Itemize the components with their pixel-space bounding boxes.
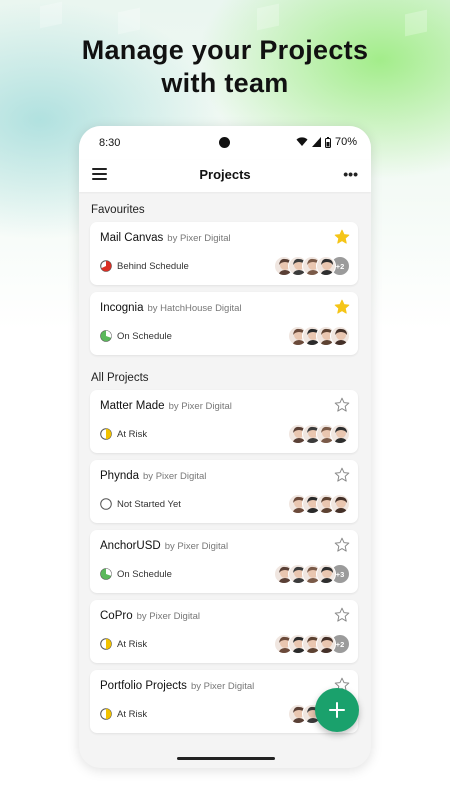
project-card[interactable]: CoPro by Pixer Digital At Risk +2 (90, 600, 358, 663)
app-bar: Projects ••• (79, 160, 371, 192)
member-avatar (330, 326, 350, 346)
project-status: At Risk (100, 428, 147, 440)
section-title-all-projects: All Projects (91, 372, 149, 384)
battery-level: 70% (334, 136, 357, 148)
project-owner: by HatchHouse Digital (147, 303, 242, 314)
star-outline-icon[interactable] (334, 607, 350, 623)
status-label: Behind Schedule (117, 260, 189, 272)
member-avatars[interactable] (288, 326, 350, 346)
status-at-risk-icon (100, 708, 112, 720)
more-dots-icon[interactable]: ••• (343, 166, 358, 182)
headline-line-2: with team (161, 68, 289, 98)
project-name: AnchorUSD (100, 540, 161, 552)
project-status: On Schedule (100, 330, 172, 342)
marketing-headline: Manage your Projects with team (0, 34, 450, 100)
project-name: CoPro (100, 610, 133, 622)
star-outline-icon[interactable] (334, 397, 350, 413)
member-avatar (330, 424, 350, 444)
project-name: Incognia (100, 302, 144, 314)
background-tile (118, 7, 140, 35)
project-name: Mail Canvas (100, 232, 164, 244)
project-card[interactable]: Matter Made by Pixer Digital At Risk (90, 390, 358, 453)
status-at-risk-icon (100, 428, 112, 440)
member-avatar (316, 564, 336, 584)
project-card[interactable]: Incognia by HatchHouse Digital On Schedul… (90, 292, 358, 355)
status-indicators: 70% (296, 136, 357, 148)
project-title: Matter Made by Pixer Digital (100, 400, 232, 412)
status-on-schedule-icon (100, 568, 112, 580)
status-not-started-icon (100, 498, 112, 510)
project-card[interactable]: AnchorUSD by Pixer Digital On Schedule +3 (90, 530, 358, 593)
project-name: Portfolio Projects (100, 680, 187, 692)
project-card[interactable]: Mail Canvas by Pixer Digital Behind Sched… (90, 222, 358, 285)
member-avatars[interactable]: +3 (274, 564, 350, 584)
status-label: On Schedule (117, 330, 172, 342)
project-title: CoPro by Pixer Digital (100, 610, 200, 622)
project-name: Phynda (100, 470, 140, 482)
status-label: At Risk (117, 708, 148, 720)
project-owner: by Pixer Digital (167, 233, 231, 244)
background-tile (40, 1, 62, 29)
project-owner: by Pixer Digital (190, 681, 255, 692)
project-owner: by Pixer Digital (164, 541, 229, 552)
status-on-schedule-icon (100, 330, 112, 342)
project-title: AnchorUSD by Pixer Digital (100, 540, 228, 552)
project-title: Mail Canvas by Pixer Digital (100, 232, 231, 244)
member-avatars[interactable] (288, 424, 350, 444)
project-status: At Risk (100, 638, 147, 650)
project-status: Not Started Yet (100, 498, 181, 510)
signal-icon (311, 137, 321, 147)
project-name: Matter Made (100, 400, 165, 412)
project-owner: by Pixer Digital (136, 611, 200, 622)
star-outline-icon[interactable] (334, 537, 350, 553)
star-filled-icon[interactable] (334, 299, 350, 315)
page-title: Projects (199, 167, 251, 182)
member-avatar (330, 494, 350, 514)
project-title: Portfolio Projects by Pixer Digital (100, 680, 254, 692)
headline-line-1: Manage your Projects (81, 35, 369, 65)
background-tile (405, 9, 427, 37)
star-filled-icon[interactable] (334, 229, 350, 245)
battery-icon (324, 136, 331, 148)
member-avatar (316, 256, 336, 276)
status-label: On Schedule (117, 568, 172, 580)
star-outline-icon[interactable] (334, 467, 350, 483)
status-behind-icon (100, 260, 112, 272)
project-status: At Risk (100, 708, 147, 720)
camera-icon (219, 137, 230, 148)
wifi-icon (296, 137, 308, 146)
member-avatar (316, 634, 336, 654)
section-title-favourites: Favourites (91, 204, 145, 216)
project-title: Phynda by Pixer Digital (100, 470, 206, 482)
status-label: Not Started Yet (117, 498, 181, 510)
project-owner: by Pixer Digital (168, 401, 232, 412)
status-bar: 8:30 70% (79, 126, 371, 160)
project-card[interactable]: Phynda by Pixer Digital Not Started Yet (90, 460, 358, 523)
project-owner: by Pixer Digital (143, 471, 207, 482)
add-project-button[interactable] (315, 688, 359, 732)
member-avatars[interactable] (288, 494, 350, 514)
status-time: 8:30 (99, 137, 121, 149)
status-label: At Risk (117, 638, 148, 650)
project-status: On Schedule (100, 568, 172, 580)
status-at-risk-icon (100, 638, 112, 650)
member-avatars[interactable]: +2 (274, 256, 350, 276)
background-tile (257, 3, 279, 31)
project-title: Incognia by HatchHouse Digital (100, 302, 241, 314)
phone-screen: 8:30 70% Projects ••• Favourites All Pro… (79, 126, 371, 768)
home-indicator (177, 757, 275, 760)
status-label: At Risk (117, 428, 148, 440)
project-status: Behind Schedule (100, 260, 189, 272)
member-avatars[interactable]: +2 (274, 634, 350, 654)
